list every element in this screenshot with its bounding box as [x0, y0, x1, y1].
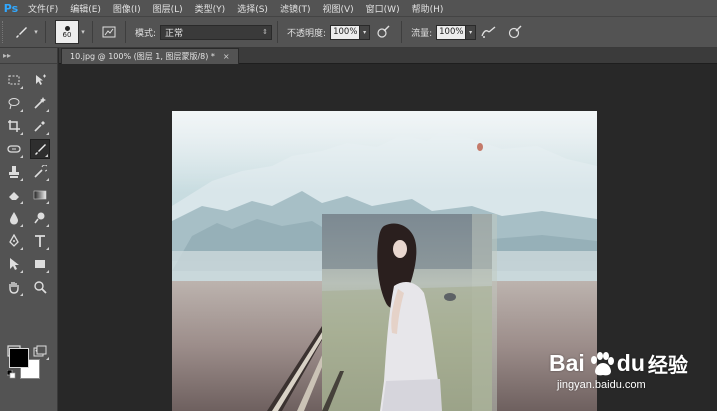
airbrush-icon[interactable] [476, 21, 502, 43]
brush-size-dropdown[interactable]: ▾ [79, 28, 87, 36]
screen-mode-icon[interactable] [30, 341, 50, 361]
blur-tool-icon[interactable] [4, 208, 24, 228]
mode-label: 模式: [135, 28, 157, 39]
canvas-workspace: Bai du 经验 jingyan.baidu.com [59, 65, 717, 411]
watermark-jingyan: 经验 [647, 355, 688, 377]
menu-image[interactable]: 图像(I) [107, 2, 147, 15]
default-colors-icon[interactable] [7, 370, 16, 379]
canvas-image[interactable] [172, 111, 597, 411]
flow-label: 流量: [411, 28, 433, 39]
baidu-paw-icon [590, 351, 614, 375]
foreground-color-swatch[interactable] [9, 348, 29, 368]
eyedropper-tool-icon[interactable] [30, 116, 50, 136]
options-grip[interactable] [2, 21, 6, 43]
document-title: 10.jpg @ 100% (图层 1, 图层蒙版/8) * [70, 52, 215, 61]
menu-window[interactable]: 窗口(W) [360, 2, 406, 15]
clone-stamp-tool-icon[interactable] [4, 162, 24, 182]
rectangle-tool-icon[interactable] [30, 254, 50, 274]
menu-layer[interactable]: 图层(L) [147, 2, 189, 15]
opacity-input[interactable]: 100% [330, 24, 361, 40]
zoom-tool-icon[interactable] [30, 277, 50, 297]
menu-edit[interactable]: 编辑(E) [64, 2, 107, 15]
pressure-opacity-icon[interactable] [370, 21, 396, 43]
pressure-size-icon[interactable] [502, 21, 528, 43]
menu-filter[interactable]: 滤镜(T) [274, 2, 317, 15]
history-brush-tool-icon[interactable] [30, 162, 50, 182]
dodge-tool-icon[interactable] [30, 208, 50, 228]
watermark-brand-suffix: du [616, 350, 645, 376]
chevron-updown-icon: ⇕ [262, 28, 269, 36]
tab-document[interactable]: 10.jpg @ 100% (图层 1, 图层蒙版/8) * × [61, 48, 239, 64]
photoshop-window: Ps 文件(F) 编辑(E) 图像(I) 图层(L) 类型(Y) 选择(S) 滤… [0, 0, 717, 411]
tool-preset-dropdown[interactable]: ▾ [32, 28, 40, 36]
menu-bar: Ps 文件(F) 编辑(E) 图像(I) 图层(L) 类型(Y) 选择(S) 滤… [0, 0, 717, 16]
type-tool-icon[interactable] [30, 231, 50, 251]
tools-collapse-icon[interactable]: ▸▸ [0, 48, 57, 64]
hand-tool-icon[interactable] [4, 277, 24, 297]
pen-tool-icon[interactable] [4, 231, 24, 251]
flow-slider-button[interactable]: ▾ [466, 24, 477, 40]
blend-mode-value: 正常 [165, 28, 184, 39]
menu-help[interactable]: 帮助(H) [406, 2, 450, 15]
baidu-jingyan-watermark: Bai du 经验 jingyan.baidu.com [543, 349, 703, 399]
move-tool-icon[interactable] [30, 70, 50, 90]
path-selection-tool-icon[interactable] [4, 254, 24, 274]
tools-panel: ▸▸ [0, 48, 58, 411]
menu-file[interactable]: 文件(F) [22, 2, 64, 15]
options-bar: ▾ 60 ▾ 模式: 正常 ⇕ 不透明度: 100% ▾ 流量: 100% ▾ [0, 16, 717, 48]
gradient-tool-icon[interactable] [30, 185, 50, 205]
menu-view[interactable]: 视图(V) [316, 2, 359, 15]
menu-select[interactable]: 选择(S) [231, 2, 274, 15]
crop-tool-icon[interactable] [4, 116, 24, 136]
opacity-slider-button[interactable]: ▾ [360, 24, 371, 40]
magic-wand-tool-icon[interactable] [30, 93, 50, 113]
document-tabs: 10.jpg @ 100% (图层 1, 图层蒙版/8) * × [59, 48, 717, 64]
ps-logo: Ps [3, 1, 19, 15]
close-icon[interactable]: × [223, 52, 230, 61]
brush-tool-icon[interactable] [30, 139, 50, 159]
opacity-label: 不透明度: [287, 28, 327, 39]
watermark-url: jingyan.baidu.com [557, 379, 646, 391]
spot-healing-tool-icon[interactable] [4, 139, 24, 159]
brush-tool-preset-icon[interactable] [10, 21, 32, 43]
brush-panel-toggle-icon[interactable] [98, 21, 120, 43]
lasso-tool-icon[interactable] [4, 93, 24, 113]
marquee-tool-icon[interactable] [4, 70, 24, 90]
brush-size-value: 60 [62, 30, 72, 39]
menu-type[interactable]: 类型(Y) [189, 2, 232, 15]
blend-mode-select[interactable]: 正常 ⇕ [160, 24, 273, 40]
brush-size-picker[interactable]: 60 [55, 20, 79, 44]
eraser-tool-icon[interactable] [4, 185, 24, 205]
flow-input[interactable]: 100% [436, 24, 467, 40]
watermark-brand: Bai [549, 350, 585, 376]
